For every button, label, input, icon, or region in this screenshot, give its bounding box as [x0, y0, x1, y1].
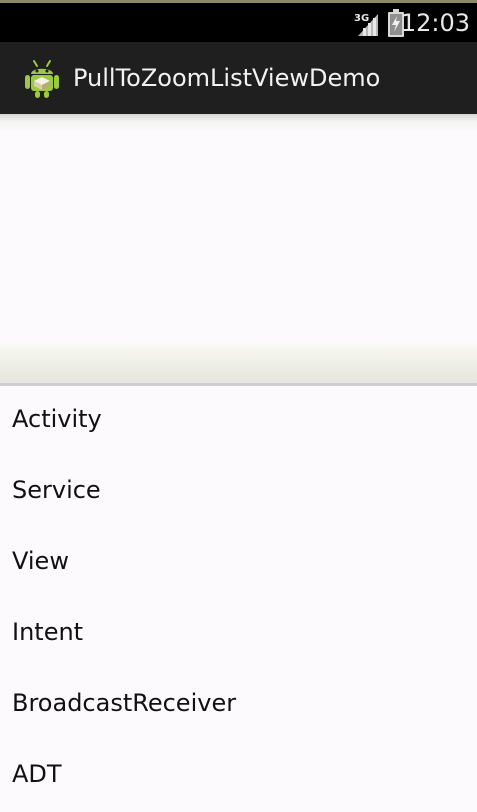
list-item-view[interactable]: View [0, 528, 477, 599]
list-view[interactable]: Activity Service View Intent BroadcastRe… [0, 386, 477, 802]
zoom-header-bottom-fade [0, 343, 477, 383]
pull-to-zoom-header[interactable] [0, 130, 477, 343]
list-item-adt[interactable]: ADT [0, 741, 477, 812]
status-bar: 3G 12:03 [0, 3, 477, 42]
android-app-icon [25, 60, 59, 98]
list-item-label: Activity [12, 405, 102, 433]
list-item-broadcastreceiver[interactable]: BroadcastReceiver [0, 670, 477, 741]
list-item-label: Service [12, 476, 101, 504]
action-bar: PullToZoomListViewDemo [0, 42, 477, 114]
list-item-intent[interactable]: Intent [0, 599, 477, 670]
signal-3g-icon: 3G [354, 13, 378, 36]
list-item-label: ADT [12, 760, 62, 788]
list-item-label: View [12, 547, 69, 575]
app-title: PullToZoomListViewDemo [73, 64, 381, 92]
list-item-service[interactable]: Service [0, 457, 477, 528]
list-item-label: BroadcastReceiver [12, 689, 237, 717]
list-item-activity[interactable]: Activity [0, 386, 477, 457]
status-time: 12:03 [400, 9, 470, 37]
list-item-label: Intent [12, 618, 84, 646]
action-bar-shadow [0, 114, 477, 130]
network-type-label: 3G [354, 13, 369, 24]
